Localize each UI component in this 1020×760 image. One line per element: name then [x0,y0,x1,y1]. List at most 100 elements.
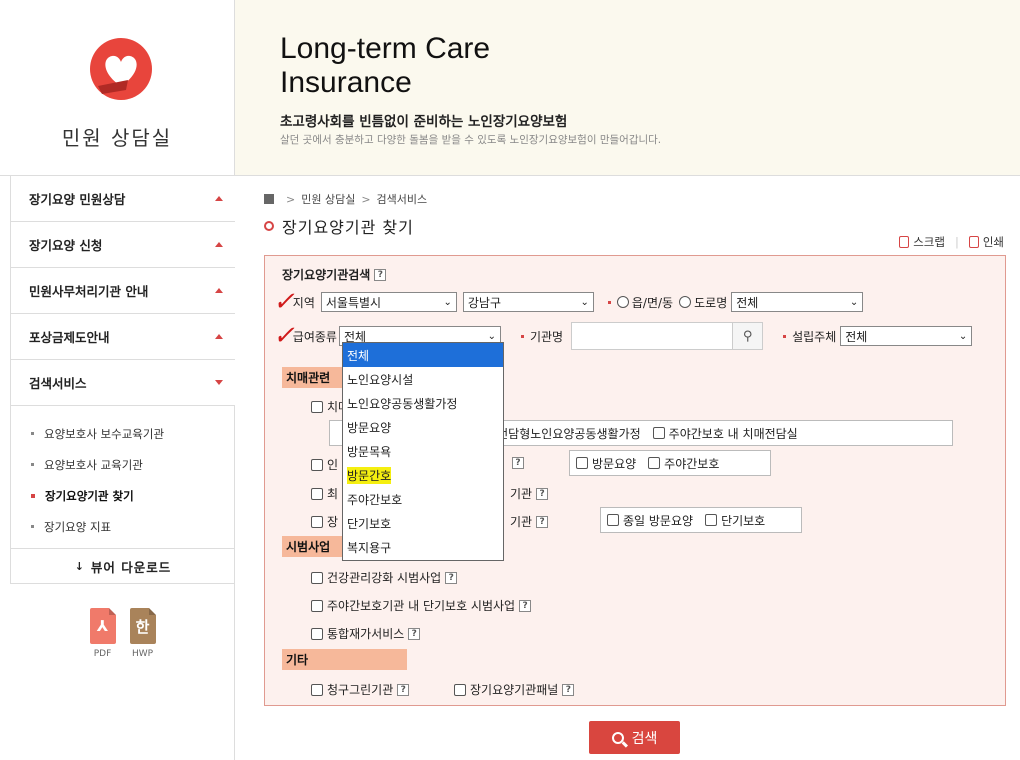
scrap-button[interactable]: 스크랩 [913,234,945,250]
dropdown-option-label: 주야간보호 [347,492,403,507]
benefit-dropdown-list: 전체 노인요양시설 노인요양공동생활가정 방문요양 방문목욕 방문간호 주야간보… [342,342,504,561]
menu-item-label: 검색서비스 [29,376,87,391]
help-icon[interactable]: ? [374,268,387,281]
option-label: 통합재가서비스 [327,627,405,641]
name-search-input[interactable]: ⚲ [571,322,764,350]
pdf-viewer-link[interactable]: ⅄ PDF [89,608,116,659]
checkbox[interactable] [576,457,588,469]
help-icon[interactable]: ? [408,627,421,640]
dropdown-option[interactable]: 단기보호 [343,511,503,535]
option-label: 단기보호 [721,513,766,528]
submenu-item-indicators[interactable]: 장기요양 지표 [31,511,235,542]
submenu-item-find-facility[interactable]: 장기요양기관 찾기 [31,480,235,511]
option-pilot-2[interactable]: 주야간보호기관 내 단기보호 시범사업? [311,597,532,614]
breadcrumb-item[interactable]: 검색서비스 [377,191,428,207]
breadcrumb-separator: > [286,192,296,206]
checkbox[interactable] [648,457,661,469]
menu-item-application[interactable]: 장기요양 신청 [10,222,235,268]
help-icon[interactable]: ? [519,599,532,612]
radio-road-name[interactable] [679,296,692,308]
radio-eup-myeon-dong[interactable] [616,296,629,308]
submenu-label: 요양보호사 보수교육기관 [44,426,165,441]
page-title-text: 장기요양기관 찾기 [282,218,414,237]
suboption[interactable]: 종일 방문요양 [607,512,693,529]
help-icon[interactable]: ? [445,571,458,584]
bullet-icon [31,525,34,528]
help-icon[interactable]: ? [512,457,524,469]
menu-item-label: 포상금제도안내 [29,330,110,345]
search-button[interactable]: 검색 [589,721,680,754]
checkbox[interactable] [311,458,323,471]
city-select[interactable]: 서울특별시 ⌄ [320,292,457,312]
suboption[interactable]: 단기보호 [705,512,765,529]
checkbox[interactable] [311,683,323,696]
breadcrumb: > 민원 상담실 > 검색서비스 [264,191,427,207]
checkbox[interactable] [311,487,323,500]
home-icon[interactable] [264,194,274,204]
area-select[interactable]: 전체 ⌄ [731,292,864,312]
print-button[interactable]: 인쇄 [983,234,1004,250]
founder-select[interactable]: 전체 ⌄ [840,326,973,346]
menu-item-office-guide[interactable]: 민원사무처리기관 안내 [10,268,235,314]
divider: | [954,235,959,249]
dropdown-option[interactable]: 방문요양 [343,415,503,439]
checkbox[interactable] [311,571,323,584]
checkbox[interactable] [652,427,665,439]
dropdown-option[interactable]: 노인요양공동생활가정 [343,391,503,415]
search-button-label: 검색 [631,730,658,747]
help-icon[interactable]: ? [536,515,549,528]
option-dementia-2[interactable]: 인 [311,456,338,473]
chevron-down-icon [215,380,223,385]
category-other: 기타 [282,649,407,670]
option-dementia-4[interactable]: 장 [311,513,338,530]
chevron-up-icon [215,196,223,201]
help-icon[interactable]: ? [536,487,549,500]
checkbox[interactable] [705,514,718,526]
dropdown-option[interactable]: 복지용구 [343,535,503,559]
help-icon[interactable]: ? [397,683,410,696]
dropdown-option[interactable]: 방문목욕 [343,439,503,463]
checkbox[interactable] [607,514,619,526]
suboption[interactable]: 주야간보호 [648,455,719,472]
submenu-item-edu[interactable]: 요양보호사 교육기관 [31,449,235,480]
option-label: 주야간보호 내 치매전담실 [668,426,798,441]
menu-item-reward[interactable]: 포상금제도안내 [10,314,235,360]
city-select-value: 서울특별시 [325,295,382,310]
viewer-download[interactable]: ↓ 뷰어 다운로드 [10,548,235,584]
viewer-label: 뷰어 다운로드 [90,559,172,575]
dropdown-option[interactable]: 주야간보호 [343,487,503,511]
option-dementia-3[interactable]: 최 [311,485,338,502]
checkbox[interactable] [454,683,466,696]
chevron-down-icon: ⌄ [443,296,452,308]
name-label: 기관명 [529,329,564,344]
checkbox[interactable] [311,627,323,640]
checkbox[interactable] [311,515,323,528]
search-icon[interactable]: ⚲ [732,323,763,349]
menu-item-complaint-consult[interactable]: 장기요양 민원상담 [10,176,235,222]
hwp-viewer-link[interactable]: 한 HWP [129,608,156,659]
option-other-1[interactable]: 청구그린기관? [311,681,410,698]
breadcrumb-item[interactable]: 민원 상담실 [301,191,355,207]
banner-english-title: Long-term Care Insurance [280,32,490,100]
chevron-up-icon [215,288,223,293]
viewer-files: ⅄ PDF 한 HWP [10,608,235,659]
founder-label: 설립주체 [792,329,837,344]
dropdown-option-highlighted[interactable]: 방문간호 [343,463,503,487]
chevron-up-icon [215,242,223,247]
suboption[interactable]: 방문요양 [576,455,636,472]
option-other-2[interactable]: 장기요양기관패널? [454,681,575,698]
checkbox[interactable] [311,400,323,413]
suboption[interactable]: 주야간보호 내 치매전담실 [652,425,798,442]
pdf-icon: ⅄ [89,608,116,644]
menu-item-search-service[interactable]: 검색서비스 [10,360,235,406]
submenu-item-refresher-edu[interactable]: 요양보호사 보수교육기관 [31,418,235,449]
page-tools: 스크랩 | 인쇄 [899,234,1004,250]
banner: Long-term Care Insurance 초고령사회를 빈틈없이 준비하… [235,0,1020,176]
dropdown-option[interactable]: 전체 [343,343,503,367]
district-select[interactable]: 강남구 ⌄ [462,292,594,312]
option-pilot-3[interactable]: 통합재가서비스? [311,625,421,642]
option-pilot-1[interactable]: 건강관리강화 시범사업? [311,569,458,586]
checkbox[interactable] [311,599,323,612]
dropdown-option[interactable]: 노인요양시설 [343,367,503,391]
help-icon[interactable]: ? [562,683,575,696]
